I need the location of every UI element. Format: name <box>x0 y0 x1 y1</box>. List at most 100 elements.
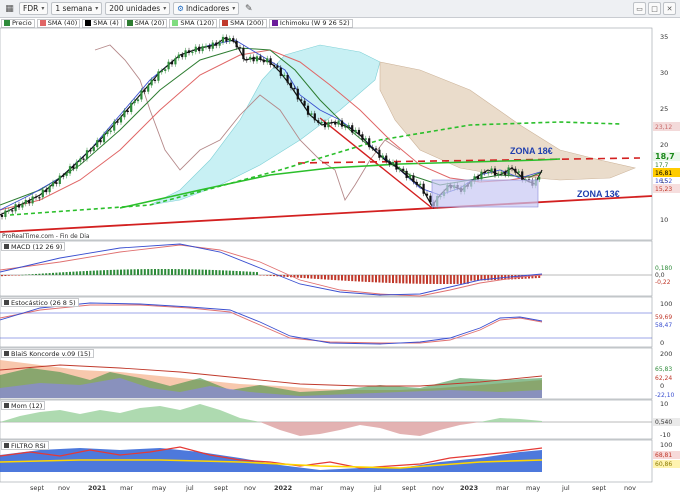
candle-body <box>79 158 82 162</box>
candle-body <box>82 158 85 160</box>
price-tag-sma40: 15,23 <box>655 186 672 193</box>
x-tick: jul <box>185 484 194 492</box>
candle-body <box>34 196 38 198</box>
macd-bar <box>35 273 37 275</box>
macd-bar <box>398 275 401 284</box>
price-tick: 20 <box>660 141 668 149</box>
candle-body <box>218 42 221 46</box>
candle-body <box>242 48 245 60</box>
price-tag-sma120: 18,7 <box>655 152 675 161</box>
macd-bar <box>103 270 105 275</box>
macd-bar <box>273 275 275 277</box>
macd-bar <box>327 275 330 280</box>
macd-bar <box>436 275 439 284</box>
macd-bar <box>171 269 173 275</box>
macd-bar <box>11 275 14 276</box>
candle-body <box>483 171 486 174</box>
macd-bar <box>228 270 231 275</box>
candle-body <box>92 147 95 151</box>
candle-body <box>371 147 374 149</box>
candle-body <box>147 85 150 92</box>
macd-bar <box>21 274 24 276</box>
candle-body <box>429 195 432 203</box>
candle-body <box>347 125 350 127</box>
candle-body <box>262 59 265 63</box>
candle-body <box>232 38 235 41</box>
candle-body <box>357 129 361 135</box>
stoch-tick: 58,47 <box>655 322 672 329</box>
candle-body <box>130 103 133 113</box>
macd-bar <box>164 269 167 275</box>
candle-body <box>255 56 259 62</box>
x-tick: mar <box>496 484 509 492</box>
x-tick: sept <box>592 484 607 492</box>
candle-body <box>68 166 72 174</box>
candle-body <box>160 70 163 73</box>
macd-bar <box>232 270 235 275</box>
mom-tick: 0,540 <box>655 419 672 426</box>
candle-body <box>330 121 333 124</box>
koncorde-pane-label[interactable]: BlaiS Koncorde v.09 (15) <box>1 349 94 358</box>
price-tag-sma4: 16,52 <box>655 178 672 185</box>
macd-bar <box>239 271 241 275</box>
macd-bar <box>1 275 3 277</box>
candle-body <box>398 168 401 170</box>
mom-pane-label[interactable]: Mom (12) <box>1 401 46 410</box>
price-tick: 35 <box>660 33 668 41</box>
macd-bar <box>205 269 207 275</box>
macd-bar <box>198 269 201 275</box>
macd-bar <box>439 275 442 284</box>
candle-body <box>388 161 391 165</box>
candle-body <box>249 56 252 60</box>
x-tick: may <box>526 484 540 492</box>
candle-body <box>201 46 204 52</box>
macd-pane-label[interactable]: MACD (12 26 9) <box>1 242 66 251</box>
candle-body <box>425 193 429 196</box>
macd-bar <box>82 271 85 275</box>
macd-bar <box>443 275 445 284</box>
candle-body <box>405 170 408 179</box>
macd-bar <box>490 275 493 281</box>
macd-bar <box>45 273 48 275</box>
stoch-pane-label[interactable]: Estocástico (26 8 5) <box>1 298 79 307</box>
price-tick: 10 <box>660 216 668 224</box>
candle-body <box>96 140 99 148</box>
pane-menu-icon <box>4 244 9 249</box>
candle-body <box>500 172 503 174</box>
candle-body <box>412 175 415 182</box>
macd-bar <box>449 275 452 284</box>
macd-bar <box>150 269 153 275</box>
candle-body <box>521 171 524 181</box>
mom-tick: 10 <box>660 400 668 408</box>
macd-tick: 0,0 <box>655 272 665 279</box>
candle-body <box>381 155 384 158</box>
x-tick: sept <box>402 484 417 492</box>
macd-bar <box>259 275 262 276</box>
candle-body <box>11 210 14 212</box>
x-tick: jul <box>561 484 570 492</box>
rsi-pane-label[interactable]: FILTRO RSI <box>1 441 49 450</box>
candle-body <box>126 110 129 113</box>
candle-body <box>62 175 65 177</box>
candle-body <box>252 56 255 62</box>
candle-body <box>21 203 24 208</box>
candle-body <box>14 204 17 212</box>
macd-bar <box>320 275 323 280</box>
candle-body <box>408 175 412 179</box>
x-tick: 2023 <box>460 484 478 492</box>
candle-body <box>344 126 347 128</box>
x-tick: nov <box>432 484 444 492</box>
candle-body <box>272 64 276 67</box>
macd-bar <box>429 275 432 284</box>
candle-body <box>143 90 146 92</box>
candle-body <box>320 122 323 124</box>
macd-bar <box>392 275 394 284</box>
macd-bar <box>341 275 343 281</box>
candle-body <box>215 42 218 46</box>
macd-bar <box>24 274 27 276</box>
candle-body <box>0 215 4 217</box>
candle-body <box>378 149 381 158</box>
x-tick: sept <box>214 484 229 492</box>
candle-body <box>238 47 242 49</box>
candle-body <box>136 99 140 102</box>
